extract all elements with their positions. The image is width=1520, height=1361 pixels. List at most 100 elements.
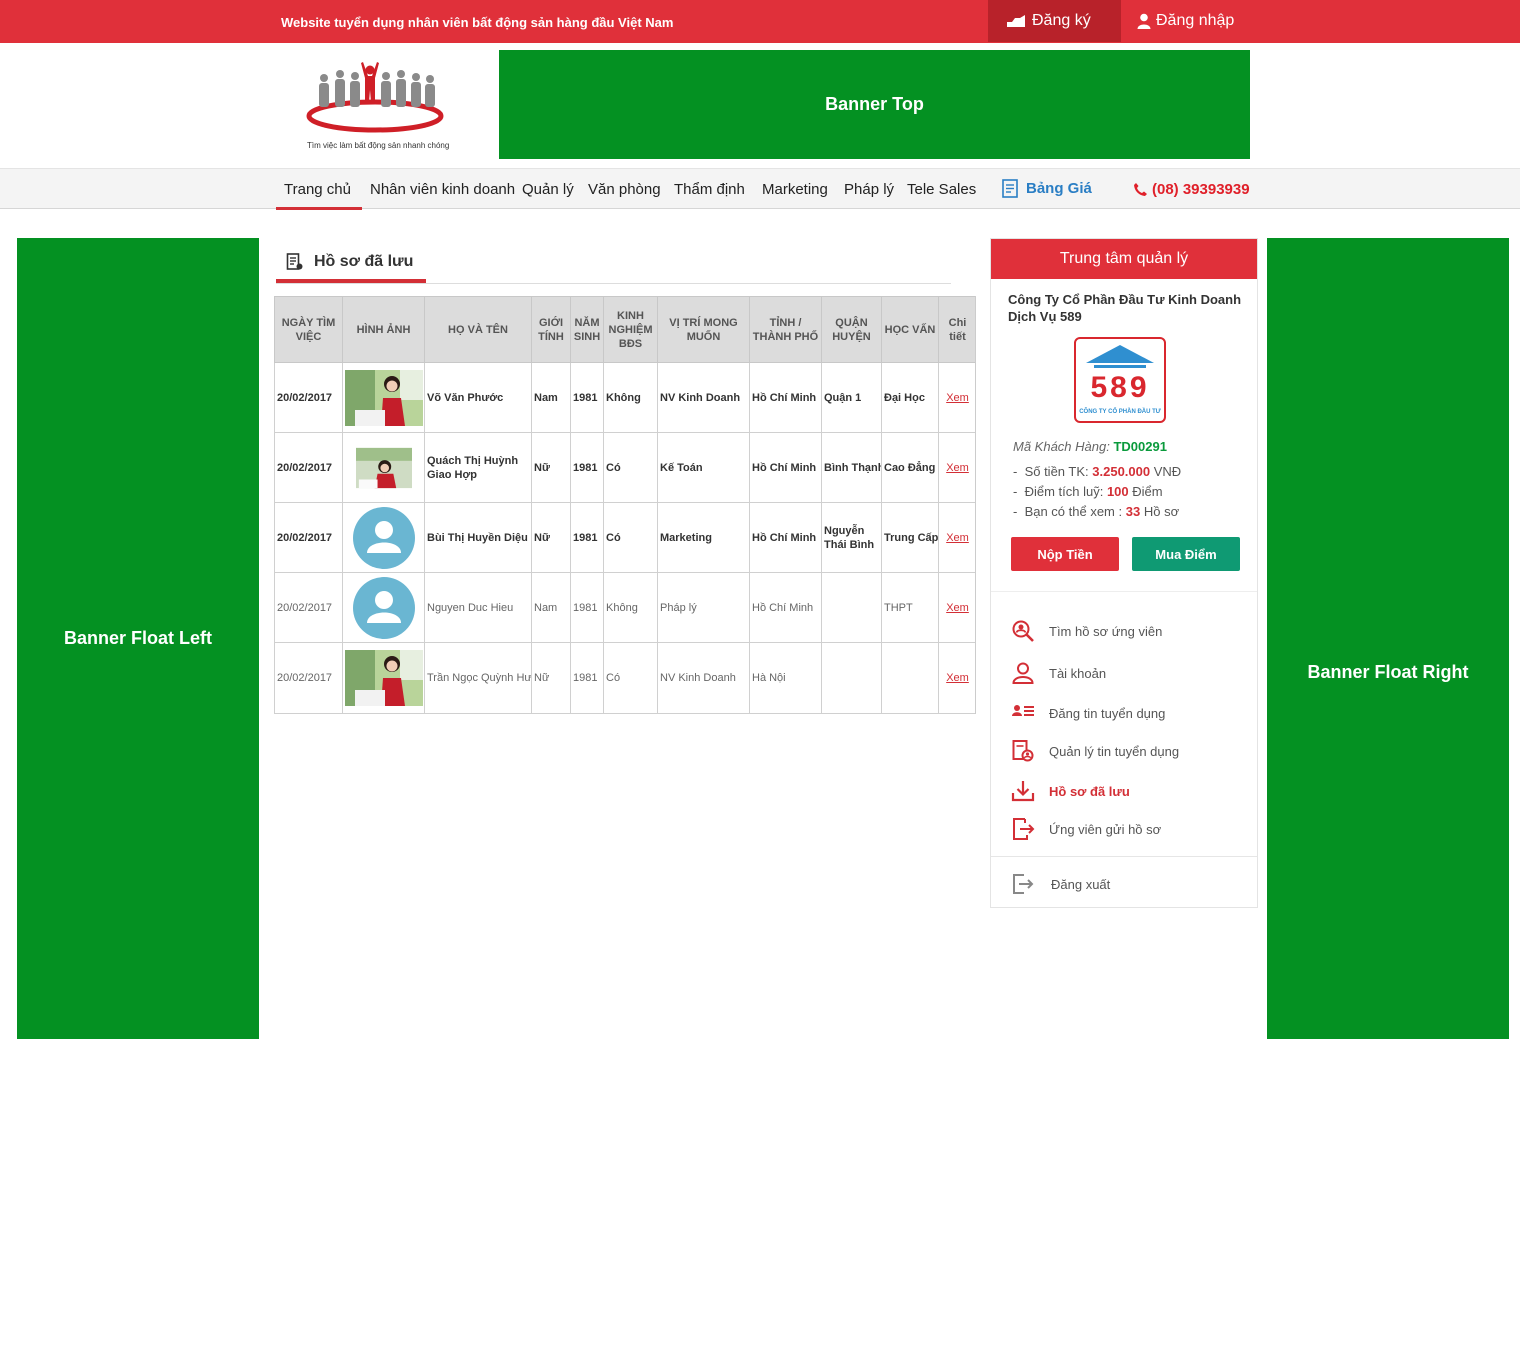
view-detail-link[interactable]: Xem — [946, 392, 969, 404]
company-logo-subtitle: CÔNG TY CỔ PHẦN ĐẦU TƯ — [1079, 407, 1161, 415]
nav-item-home[interactable]: Trang chủ — [276, 181, 362, 210]
nav-item-sales-staff[interactable]: Nhân viên kinh doanh — [370, 181, 515, 198]
company-name: Công Ty Cổ Phần Đầu Tư Kinh Doanh Dịch V… — [1008, 292, 1242, 324]
buy-points-button[interactable]: Mua Điểm — [1132, 537, 1240, 571]
cell-city: Hà Nội — [749, 642, 822, 714]
company-logo: 589 CÔNG TY CỔ PHẦN ĐẦU TƯ — [1074, 337, 1166, 423]
saved-list-icon — [286, 253, 303, 270]
menu-manage-jobs[interactable]: Quản lý tin tuyển dụng — [1011, 739, 1179, 763]
panel-divider — [991, 856, 1257, 857]
register-button[interactable]: Đăng ký — [988, 0, 1121, 42]
document-icon — [1002, 179, 1018, 198]
cell-city: Hồ Chí Minh — [749, 432, 822, 503]
view-detail-link[interactable]: Xem — [946, 672, 969, 684]
menu-post-job[interactable]: Đăng tin tuyển dụng — [1011, 701, 1165, 725]
default-avatar-icon — [352, 506, 415, 569]
col-header-education: HỌC VẤN — [881, 296, 939, 363]
menu-label: Tài khoản — [1049, 665, 1107, 681]
cell-education: Đại Học — [881, 362, 939, 433]
panel-divider — [991, 591, 1257, 592]
cell-date: 20/02/2017 — [274, 572, 343, 643]
cell-name: Nguyen Duc Hieu — [424, 572, 532, 643]
nav-item-appraisal[interactable]: Thẩm định — [674, 181, 745, 198]
nav-hotline[interactable]: (08) 39393939 — [1133, 181, 1250, 198]
download-icon — [1011, 781, 1035, 802]
nav-item-legal[interactable]: Pháp lý — [844, 181, 894, 198]
search-user-icon — [1012, 620, 1034, 642]
cell-detail: Xem — [938, 642, 975, 714]
cell-education — [881, 642, 939, 714]
company-logo-number: 589 — [1090, 371, 1149, 404]
cell-district: Quận 1 — [821, 362, 882, 433]
register-icon — [1007, 15, 1025, 27]
login-label: Đăng nhập — [1156, 12, 1235, 29]
default-avatar-icon — [352, 576, 415, 639]
cell-date: 20/02/2017 — [274, 642, 343, 714]
candidate-photo — [355, 447, 412, 488]
banner-float-left[interactable]: Banner Float Left — [17, 238, 259, 1039]
menu-account[interactable]: Tài khoản — [1011, 661, 1106, 685]
logo-tagline: Tìm việc làm bất động sản nhanh chóng — [307, 141, 450, 150]
balance-unit: VNĐ — [1153, 464, 1182, 479]
nav-item-tele-sales[interactable]: Tele Sales — [907, 181, 976, 198]
cell-photo — [342, 432, 425, 503]
banner-top[interactable]: Banner Top — [499, 50, 1250, 159]
menu-saved-profiles[interactable]: Hồ sơ đã lưu — [1011, 779, 1130, 803]
logout-button[interactable]: Đăng xuất — [1011, 872, 1110, 896]
cell-year: 1981 — [570, 572, 604, 643]
table-header-row: NGÀY TÌM VIỆC HÌNH ẢNH HỌ VÀ TÊN GIỚI TÍ… — [274, 296, 975, 363]
cell-name: Quách Thị Huỳnh Giao Hợp — [424, 432, 532, 503]
menu-candidate-submissions[interactable]: Ứng viên gửi hồ sơ — [1011, 817, 1161, 841]
view-detail-link[interactable]: Xem — [946, 462, 969, 474]
candidate-photo — [345, 369, 423, 426]
cell-position: Marketing — [657, 502, 750, 573]
cell-photo — [342, 572, 425, 643]
table-row: 20/02/2017 Trần Ngọc Quỳnh Hương Nữ 1981… — [274, 642, 975, 714]
cell-name: Võ Văn Phước — [424, 362, 532, 433]
banner-float-right[interactable]: Banner Float Right — [1267, 238, 1509, 1039]
login-button[interactable]: Đăng nhập — [1121, 0, 1261, 42]
menu-find-candidates[interactable]: Tìm hồ sơ ứng viên — [1011, 619, 1162, 643]
col-header-position: VỊ TRÍ MONG MUỐN — [657, 296, 750, 363]
menu-label: Tìm hồ sơ ứng viên — [1049, 623, 1163, 639]
view-value: 33 — [1125, 504, 1141, 519]
table-row: 20/02/2017 Võ Văn Phước Nam 1981 Không N… — [274, 362, 975, 433]
cell-education: Trung Cấp — [881, 502, 939, 573]
user-icon — [1137, 13, 1151, 29]
nav-price-list[interactable]: Bảng Giá — [1002, 179, 1092, 198]
cell-experience: Có — [603, 642, 658, 714]
cell-district: Nguyễn Thái Bình — [821, 502, 882, 573]
col-header-experience: KINH NGHIỆM BĐS — [603, 296, 658, 363]
view-label: Bạn có thể xem : — [1024, 504, 1123, 519]
view-detail-link[interactable]: Xem — [946, 532, 969, 544]
cell-experience: Không — [603, 362, 658, 433]
col-header-gender: GIỚI TÍNH — [531, 296, 571, 363]
cell-year: 1981 — [570, 432, 604, 503]
company-logo-roof-icon: 589 CÔNG TY CỔ PHẦN ĐẦU TƯ — [1079, 345, 1161, 415]
management-panel: Trung tâm quản lý Công Ty Cổ Phần Đầu Tư… — [990, 238, 1258, 908]
cell-year: 1981 — [570, 642, 604, 714]
cell-position: NV Kinh Doanh — [657, 642, 750, 714]
logo-people-icon — [306, 62, 444, 133]
section-title-tab: Hồ sơ đã lưu — [276, 245, 426, 283]
cell-year: 1981 — [570, 362, 604, 433]
deposit-button[interactable]: Nộp Tiền — [1011, 537, 1119, 571]
cell-city: Hồ Chí Minh — [749, 362, 822, 433]
cell-gender: Nữ — [531, 432, 571, 503]
cell-experience: Không — [603, 572, 658, 643]
cell-detail: Xem — [938, 572, 975, 643]
cell-district — [821, 642, 882, 714]
nav-item-office[interactable]: Văn phòng — [588, 181, 661, 198]
nav-item-marketing[interactable]: Marketing — [762, 181, 828, 198]
cell-city: Hồ Chí Minh — [749, 572, 822, 643]
cell-gender: Nữ — [531, 642, 571, 714]
col-header-name: HỌ VÀ TÊN — [424, 296, 532, 363]
table-row: 20/02/2017 Nguyen Duc Hieu Nam 1981 Khôn… — [274, 572, 975, 643]
view-detail-link[interactable]: Xem — [946, 602, 969, 614]
cell-date: 20/02/2017 — [274, 432, 343, 503]
customer-code-label: Mã Khách Hàng: — [1013, 439, 1110, 454]
nav-item-management[interactable]: Quản lý — [522, 181, 574, 198]
cell-detail: Xem — [938, 502, 975, 573]
site-logo[interactable]: Tìm việc làm bất động sản nhanh chóng — [300, 60, 450, 155]
cell-experience: Có — [603, 432, 658, 503]
